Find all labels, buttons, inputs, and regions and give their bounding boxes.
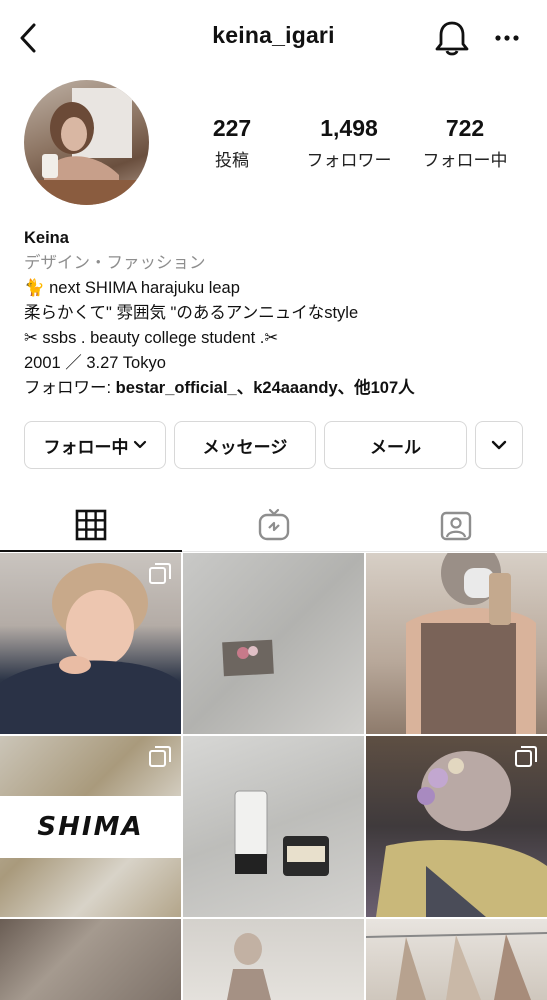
- chevron-down-icon: [133, 440, 146, 449]
- mail-button-label: メール: [370, 437, 421, 457]
- post-thumbnail[interactable]: [366, 553, 547, 734]
- followers-count: 1,498: [320, 115, 378, 141]
- followed-by-prefix: フォロワー:: [24, 379, 116, 397]
- followed-by-names[interactable]: bestar_official_、k24aaandy、他107人: [116, 379, 415, 397]
- multiple-photos-icon: [149, 746, 171, 767]
- active-tab-indicator: [0, 550, 182, 552]
- posts-stat[interactable]: 227 投稿: [177, 115, 287, 171]
- bio-line: 🐈 next SHIMA harajuku leap: [24, 279, 240, 297]
- following-stat[interactable]: 722 フォロー中: [410, 115, 520, 171]
- followers-label: フォロワー: [306, 151, 392, 170]
- posts-count: 227: [212, 115, 252, 141]
- following-button-label: フォロー中: [43, 437, 129, 457]
- profile-name: Keina: [24, 229, 69, 247]
- multiple-photos-icon: [515, 746, 537, 767]
- profile-category: デザイン・ファッション: [24, 254, 206, 272]
- tab-igtv[interactable]: [182, 498, 365, 552]
- suggested-dropdown-button[interactable]: [475, 421, 523, 469]
- avatar[interactable]: [24, 80, 149, 205]
- post-thumbnail[interactable]: SHIMA: [0, 736, 181, 917]
- tagged-icon: [440, 511, 472, 541]
- bell-icon[interactable]: [433, 18, 471, 58]
- tab-tagged[interactable]: [365, 498, 547, 552]
- followers-stat[interactable]: 1,498 フォロワー: [294, 115, 404, 171]
- shima-logo: SHIMA: [0, 796, 181, 858]
- post-thumbnail[interactable]: [183, 919, 364, 1000]
- post-thumbnail[interactable]: [366, 736, 547, 917]
- more-icon[interactable]: [490, 26, 526, 50]
- bio-line: 2001 ／ 3.27 Tokyo: [24, 354, 166, 372]
- followed-by[interactable]: フォロワー: bestar_official_、k24aaandy、他107人: [24, 376, 534, 401]
- post-thumbnail[interactable]: [0, 919, 181, 1000]
- message-button[interactable]: メッセージ: [174, 421, 316, 469]
- grid-icon: [75, 509, 107, 541]
- bio-line: 柔らかくて" 雰囲気 "のあるアンニュイなstyle: [24, 304, 359, 322]
- post-thumbnail[interactable]: [183, 736, 364, 917]
- posts-label: 投稿: [215, 151, 249, 170]
- tab-posts-grid[interactable]: [0, 498, 182, 552]
- divider: [182, 551, 547, 552]
- following-label: フォロー中: [422, 151, 508, 170]
- post-thumbnail[interactable]: [183, 553, 364, 734]
- post-thumbnail[interactable]: [366, 919, 547, 1000]
- message-button-label: メッセージ: [202, 437, 288, 457]
- mail-button[interactable]: メール: [324, 421, 467, 469]
- multiple-photos-icon: [149, 563, 171, 584]
- following-button[interactable]: フォロー中: [24, 421, 166, 469]
- igtv-icon: [258, 508, 289, 541]
- post-thumbnail[interactable]: [0, 553, 181, 734]
- following-count: 722: [445, 115, 485, 141]
- bio-line: ✂ ssbs . beauty college student .✂: [24, 329, 279, 347]
- chevron-down-icon: [491, 440, 507, 450]
- profile-bio: Keina デザイン・ファッション 🐈 next SHIMA harajuku …: [24, 226, 534, 401]
